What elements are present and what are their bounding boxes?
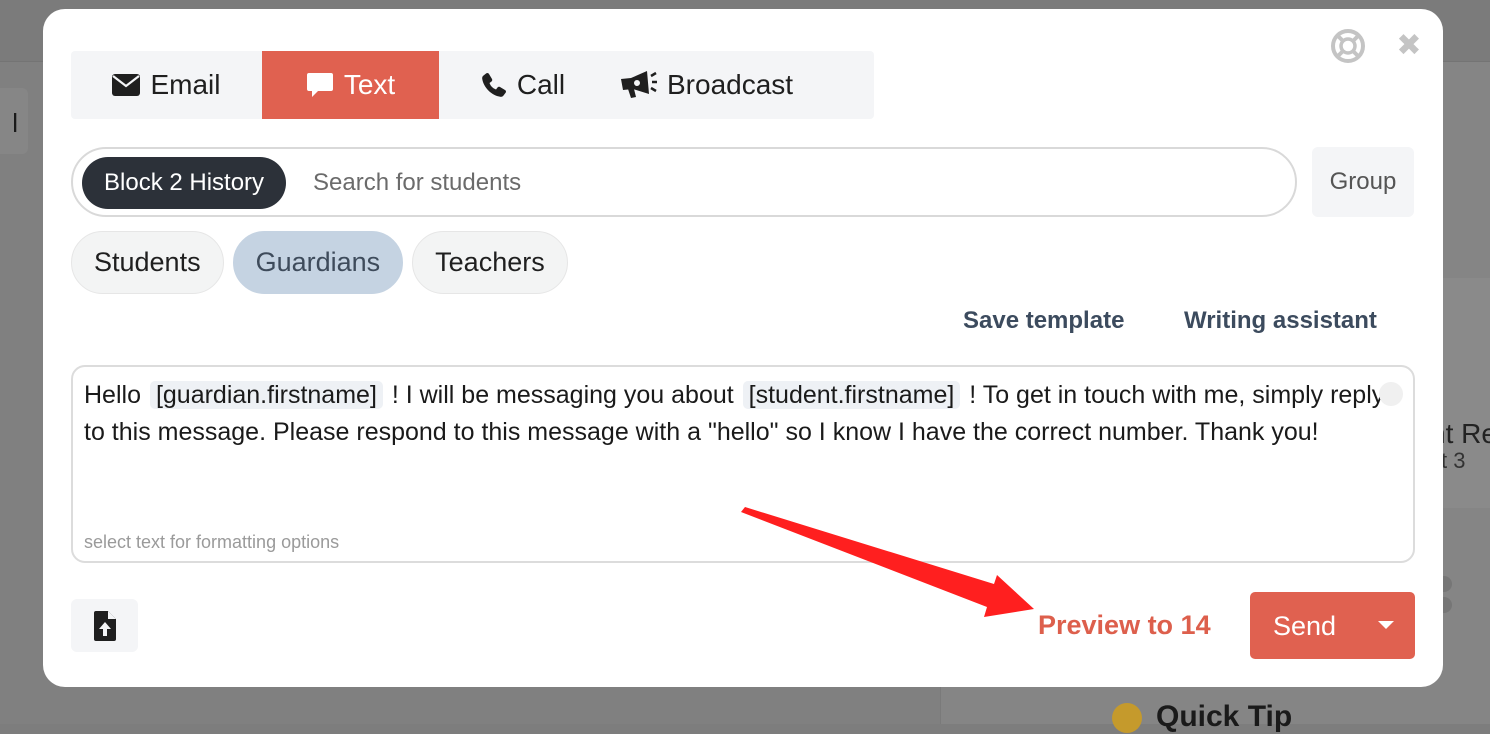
tab-email-label: Email — [150, 69, 220, 101]
compose-modal: ✖ Email Text Call — [43, 9, 1443, 687]
channel-tabs: Email Text Call Broadcast — [71, 51, 874, 119]
preview-button[interactable]: Preview to 14 — [1038, 610, 1211, 641]
audience-teachers-button[interactable]: Teachers — [412, 231, 568, 294]
message-editor[interactable]: Hello [guardian.firstname] ! I will be m… — [71, 365, 1415, 563]
attach-file-button[interactable] — [71, 599, 138, 652]
envelope-icon — [112, 74, 140, 96]
merge-tag-guardian-firstname[interactable]: [guardian.firstname] — [150, 381, 383, 409]
file-upload-icon — [94, 611, 116, 641]
tab-text-label: Text — [344, 69, 395, 101]
merge-tag-student-firstname[interactable]: [student.firstname] — [743, 381, 961, 409]
background-quick-tip: Quick Tip — [1112, 700, 1292, 734]
tab-email[interactable]: Email — [71, 51, 262, 119]
close-icon[interactable]: ✖ — [1396, 33, 1422, 59]
tab-text[interactable]: Text — [262, 51, 439, 119]
megaphone-icon — [619, 70, 657, 100]
send-button[interactable]: Send — [1250, 592, 1415, 659]
send-options-chevron-down-icon[interactable] — [1378, 621, 1394, 629]
writing-assistant-button[interactable]: Writing assistant — [1184, 307, 1377, 335]
tab-call-label: Call — [517, 69, 565, 101]
chat-bubble-icon — [306, 71, 334, 99]
background-dots — [1436, 576, 1490, 618]
lightbulb-icon — [1112, 703, 1142, 733]
background-left-tab: l — [0, 88, 28, 154]
group-button[interactable]: Group — [1312, 147, 1414, 217]
editor-scroll-indicator — [1379, 382, 1403, 406]
formatting-hint: select text for formatting options — [84, 532, 339, 553]
student-search-input[interactable] — [313, 159, 1213, 207]
audience-guardians-button[interactable]: Guardians — [233, 231, 404, 294]
audience-selector: Students Guardians Teachers — [71, 231, 577, 294]
class-chip[interactable]: Block 2 History — [82, 157, 286, 209]
audience-students-button[interactable]: Students — [71, 231, 224, 294]
message-body[interactable]: Hello [guardian.firstname] ! I will be m… — [84, 377, 1404, 451]
recipient-selector[interactable]: Block 2 History — [71, 147, 1297, 217]
save-template-button[interactable]: Save template — [963, 307, 1124, 335]
send-button-label: Send — [1273, 611, 1336, 642]
help-lifebuoy-icon[interactable] — [1330, 28, 1366, 64]
tab-broadcast-label: Broadcast — [667, 69, 793, 101]
tab-broadcast[interactable]: Broadcast — [607, 51, 874, 119]
phone-icon — [481, 72, 507, 98]
tab-call[interactable]: Call — [439, 51, 607, 119]
